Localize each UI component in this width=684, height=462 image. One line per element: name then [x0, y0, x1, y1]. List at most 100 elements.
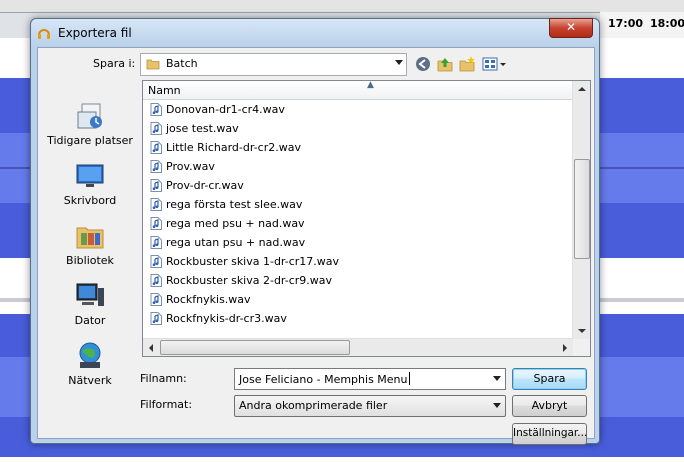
computer-icon — [76, 283, 104, 306]
format-label: Filformat: — [140, 398, 193, 411]
place-network[interactable]: Nätverk — [40, 340, 140, 398]
format-dropdown[interactable]: Andra okomprimerade filer — [234, 395, 506, 417]
audio-file-icon — [150, 236, 162, 249]
file-name: rega första test slee.wav — [166, 198, 303, 211]
network-icon — [79, 342, 101, 368]
place-computer[interactable]: Dator — [40, 280, 140, 338]
filename-value: Jose Feliciano - Memphis Menu — [239, 372, 410, 386]
column-header-label: Namn — [148, 84, 181, 97]
place-label: Tidigare platser — [47, 134, 133, 147]
scrollbar-corner — [573, 339, 590, 356]
scroll-right-button[interactable] — [556, 339, 573, 356]
column-header-name[interactable]: Namn ▲ — [143, 81, 573, 100]
audio-file-icon — [150, 122, 162, 135]
place-label: Dator — [74, 314, 106, 327]
ruler-tick: 18:00 — [650, 17, 684, 30]
folder-icon — [146, 59, 160, 70]
place-label: Nätverk — [68, 374, 112, 387]
dialog-title: Exportera fil — [58, 26, 132, 40]
file-list[interactable]: Namn ▲ Donovan-dr1-cr4.wav jose test.wav L… — [142, 80, 591, 357]
look-in-dropdown[interactable]: Batch — [140, 53, 407, 76]
libraries-icon — [76, 227, 104, 249]
place-recent[interactable]: Tidigare platser — [40, 100, 140, 158]
places-bar: Tidigare platser Skrivbord Bibliotek Dat… — [40, 80, 140, 392]
chevron-down-icon[interactable] — [395, 60, 403, 65]
place-label: Bibliotek — [66, 254, 114, 267]
audio-file-icon — [150, 274, 162, 287]
audio-file-icon — [150, 255, 162, 268]
file-row[interactable]: Prov-dr-cr.wav — [150, 176, 570, 195]
look-in-value: Batch — [166, 57, 198, 70]
file-row[interactable]: rega utan psu + nad.wav — [150, 233, 570, 252]
vertical-scroll-thumb[interactable] — [574, 159, 590, 259]
place-libraries[interactable]: Bibliotek — [40, 220, 140, 278]
file-name: Rockbuster skiva 2-dr-cr9.wav — [166, 274, 333, 287]
back-icon[interactable] — [414, 55, 432, 73]
view-menu-icon[interactable] — [481, 55, 507, 73]
text-caret — [408, 372, 410, 385]
file-row[interactable]: Donovan-dr1-cr4.wav — [150, 100, 570, 119]
vertical-scrollbar[interactable] — [572, 81, 590, 339]
place-label: Skrivbord — [63, 194, 117, 207]
format-value: Andra okomprimerade filer — [239, 399, 388, 412]
filename-label: Filnamn: — [140, 372, 187, 385]
file-row[interactable]: Little Richard-dr-cr2.wav — [150, 138, 570, 157]
file-row[interactable]: Rockbuster skiva 2-dr-cr9.wav — [150, 271, 570, 290]
ruler-tick: 17:00 — [608, 17, 644, 30]
new-folder-icon[interactable] — [458, 55, 476, 73]
audio-file-icon — [150, 198, 162, 211]
file-row[interactable]: rega med psu + nad.wav — [150, 214, 570, 233]
scroll-left-button[interactable] — [143, 339, 160, 356]
arrow-right-icon — [563, 344, 567, 352]
horizontal-scroll-thumb[interactable] — [160, 340, 350, 355]
place-desktop[interactable]: Skrivbord — [40, 160, 140, 218]
arrow-down-icon — [578, 329, 586, 333]
file-name: Rockfnykis-dr-cr3.wav — [166, 312, 287, 325]
up-folder-icon[interactable] — [436, 55, 454, 73]
dialog-titlebar[interactable]: Exportera fil ✕ — [31, 18, 599, 47]
save-button[interactable]: Spara — [512, 368, 587, 390]
audio-file-icon — [150, 141, 162, 154]
file-row[interactable]: Rockbuster skiva 1-dr-cr17.wav — [150, 252, 570, 271]
file-name: jose test.wav — [166, 122, 239, 135]
audio-file-icon — [150, 179, 162, 192]
audio-file-icon — [150, 160, 162, 173]
scroll-down-button[interactable] — [573, 322, 590, 339]
audio-file-icon — [150, 312, 162, 325]
chevron-down-icon[interactable] — [493, 376, 501, 381]
dialog-body: Spara i: Batch Tidigare platser Skrivbor… — [37, 47, 595, 445]
export-dialog: Exportera fil ✕ Spara i: Batch Tidigare … — [30, 18, 600, 445]
file-name: Prov.wav — [166, 160, 215, 173]
headphones-icon — [38, 29, 50, 39]
file-row[interactable]: jose test.wav — [150, 119, 570, 138]
audio-file-icon — [150, 293, 162, 306]
file-name: Donovan-dr1-cr4.wav — [166, 103, 285, 116]
settings-button[interactable]: Inställningar... — [512, 423, 587, 445]
file-name: Prov-dr-cr.wav — [166, 179, 244, 192]
scroll-up-button[interactable] — [573, 81, 590, 98]
look-in-label: Spara i: — [93, 57, 136, 70]
cancel-button[interactable]: Avbryt — [512, 395, 587, 417]
file-row[interactable]: rega första test slee.wav — [150, 195, 570, 214]
close-button[interactable]: ✕ — [549, 18, 593, 38]
file-name: rega med psu + nad.wav — [166, 217, 305, 230]
desktop-icon — [76, 164, 104, 187]
file-row[interactable]: Rockfnykis.wav — [150, 290, 570, 309]
file-name: Rockbuster skiva 1-dr-cr17.wav — [166, 255, 340, 268]
file-name: Rockfnykis.wav — [166, 293, 251, 306]
file-row[interactable]: Rockfnykis-dr-cr3.wav — [150, 309, 570, 328]
filename-input[interactable]: Jose Feliciano - Memphis Menu — [234, 368, 506, 390]
recent-places-icon — [77, 103, 102, 129]
arrow-up-icon — [578, 87, 586, 91]
file-name: rega utan psu + nad.wav — [166, 236, 306, 249]
close-icon: ✕ — [565, 20, 577, 34]
audio-file-icon — [150, 217, 162, 230]
timeline-ruler: 17:00 18:00 — [600, 12, 684, 39]
sort-ascending-icon: ▲ — [367, 80, 374, 90]
horizontal-scrollbar[interactable] — [143, 338, 573, 356]
chevron-down-icon[interactable] — [493, 403, 501, 408]
file-name: Little Richard-dr-cr2.wav — [166, 141, 301, 154]
file-row[interactable]: Prov.wav — [150, 157, 570, 176]
audio-file-icon — [150, 103, 162, 116]
file-rows: Donovan-dr1-cr4.wav jose test.wav Little R… — [150, 100, 570, 328]
